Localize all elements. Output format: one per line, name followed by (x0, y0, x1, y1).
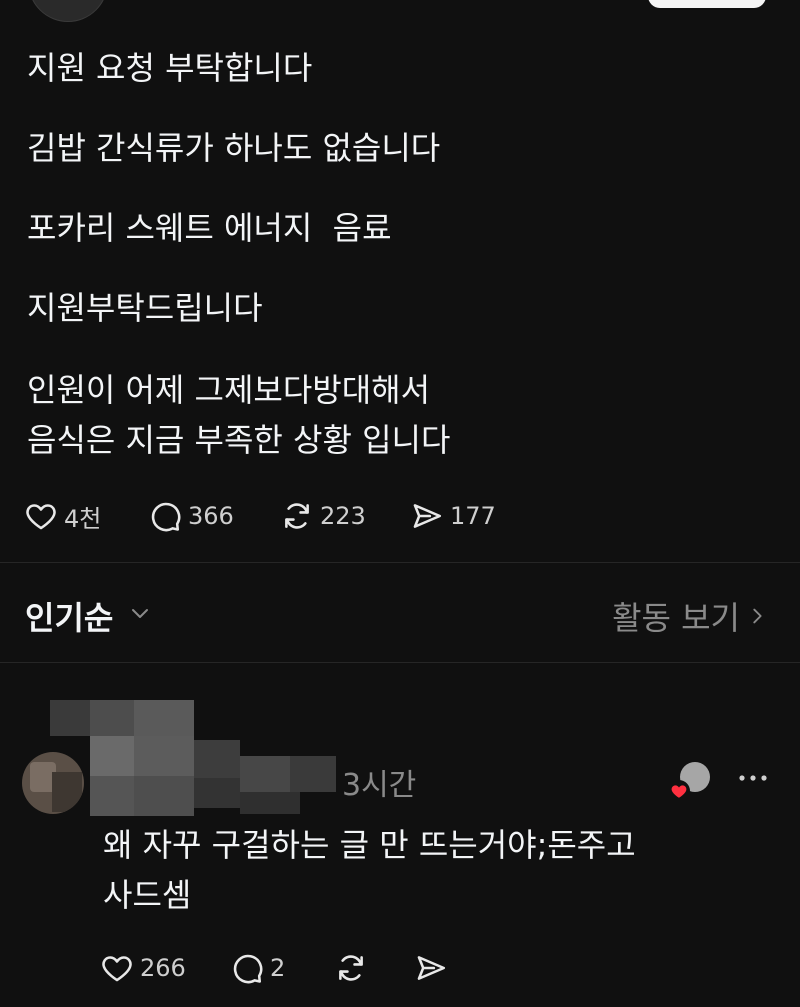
repost-count: 223 (320, 502, 366, 530)
comment-reply-count: 2 (270, 954, 286, 982)
redaction-pixel (90, 776, 134, 816)
comment-count: 366 (188, 502, 234, 530)
sort-dropdown[interactable]: 인기순 (25, 593, 113, 639)
post-action-bar: 4천 366 223 177 (0, 496, 800, 536)
author-liked-badge (668, 780, 690, 802)
repost-icon (339, 955, 363, 981)
speech-bubble-icon (233, 954, 263, 984)
like-count: 4천 (64, 504, 102, 533)
speech-bubble-icon (151, 502, 181, 532)
like-button[interactable]: 4천 (24, 496, 101, 536)
chevron-right-icon (753, 608, 762, 624)
redaction-pixel (134, 776, 194, 816)
post-line: 음식은 지금 부족한 상황 입니다 (27, 421, 451, 459)
comment-like-button[interactable]: 266 (100, 948, 186, 988)
redaction-pixel (194, 740, 240, 778)
reply-sort-row: 인기순 활동 보기 (0, 585, 800, 645)
redaction-pixel (134, 700, 194, 736)
comment-repost-button[interactable] (334, 948, 374, 988)
comment-share-button[interactable] (414, 948, 454, 988)
post-line: 지원부탁드립니다 (27, 289, 263, 327)
redaction-pixel (194, 778, 240, 808)
redaction-pixel (50, 700, 90, 736)
post-author-avatar[interactable] (28, 0, 108, 22)
follow-button[interactable] (648, 0, 766, 8)
more-dots-icon[interactable] (736, 770, 770, 786)
heart-filled-icon (671, 785, 687, 798)
comment-body: 왜 자꾸 구걸하는 글 만 뜨는거야;돈주고 사드셈 (103, 820, 763, 920)
comment-reply-button[interactable]: 2 (230, 948, 285, 988)
post-line: 인원이 어제 그제보다방대해서 (27, 371, 431, 409)
redaction-pixel (90, 736, 134, 776)
redaction-pixel (240, 756, 290, 792)
post-line: 포카리 스웨트 에너지 음료 (27, 209, 392, 247)
repost-icon (285, 503, 309, 529)
comment-timestamp: 3시간 (342, 768, 417, 803)
view-activity-link[interactable]: 활동 보기 (612, 593, 768, 639)
view-activity-label: 활동 보기 (612, 599, 740, 637)
share-count: 177 (450, 502, 496, 530)
repost-button[interactable]: 223 (280, 496, 366, 536)
redaction-pixel (134, 736, 194, 776)
comment-like-count: 266 (140, 954, 186, 982)
comment-button[interactable]: 366 (148, 496, 234, 536)
post-line: 김밥 간식류가 하나도 없습니다 (27, 129, 441, 167)
comment-line: 사드셈 (103, 876, 192, 914)
redaction-pixel (240, 792, 300, 814)
heart-icon (26, 504, 56, 530)
divider (0, 562, 800, 563)
chevron-down-icon[interactable] (128, 601, 152, 625)
share-button[interactable]: 177 (410, 496, 496, 536)
redaction-pixel (290, 756, 336, 792)
send-icon (417, 956, 446, 980)
send-icon (413, 504, 442, 528)
heart-icon (102, 956, 132, 982)
divider (0, 662, 800, 663)
comment-action-bar: 266 2 (0, 948, 800, 988)
post-line: 지원 요청 부탁합니다 (27, 49, 313, 87)
comment-line: 왜 자꾸 구걸하는 글 만 뜨는거야;돈주고 (103, 826, 636, 864)
commenter-avatar[interactable] (22, 752, 84, 814)
redaction-pixel (90, 700, 134, 736)
